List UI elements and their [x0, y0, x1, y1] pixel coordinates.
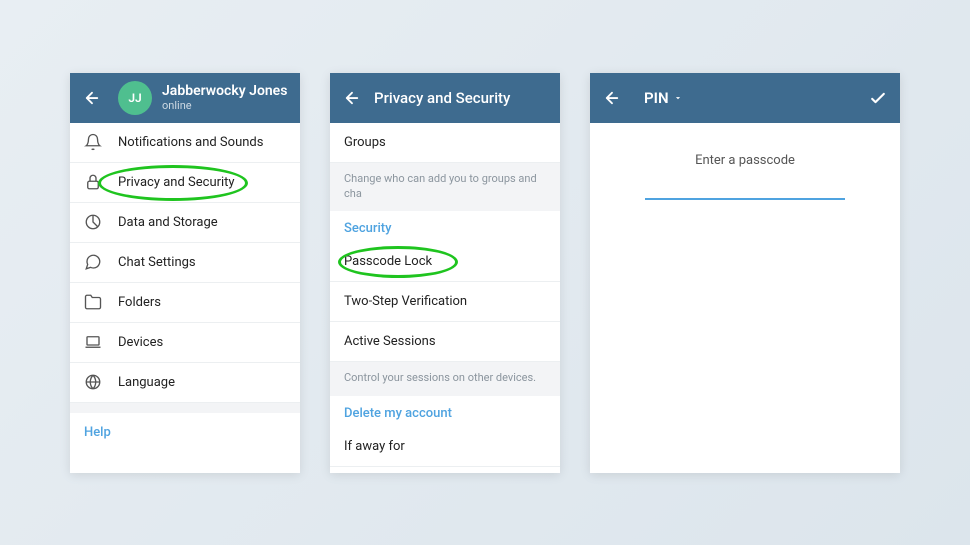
item-label: Data and Storage [118, 215, 218, 230]
folder-icon [84, 293, 102, 311]
security-section-header: Security [330, 211, 560, 242]
settings-header: JJ Jabberwocky Jones online [70, 73, 300, 123]
item-label: Notifications and Sounds [118, 135, 263, 150]
privacy-screen: Privacy and Security Groups Change who c… [330, 73, 560, 473]
pin-body: Enter a passcode [590, 123, 900, 200]
item-label: Two-Step Verification [344, 294, 467, 309]
item-label: Passcode Lock [344, 254, 432, 269]
security-item-passcode[interactable]: Passcode Lock [330, 242, 560, 282]
pin-header: PIN [590, 73, 900, 123]
pin-screen: PIN Enter a passcode [590, 73, 900, 473]
delete-item-ifaway[interactable]: If away for [330, 427, 560, 467]
sessions-description: Control your sessions on other devices. [330, 362, 560, 395]
pin-label: PIN [644, 89, 669, 107]
settings-item-folders[interactable]: Folders [70, 283, 300, 323]
privacy-list: Groups Change who can add you to groups … [330, 123, 560, 473]
settings-list: Notifications and Sounds Privacy and Sec… [70, 123, 300, 473]
settings-item-privacy[interactable]: Privacy and Security [70, 163, 300, 203]
user-name: Jabberwocky Jones [162, 83, 290, 100]
bell-icon [84, 133, 102, 151]
help-label: Help [84, 425, 111, 440]
arrow-left-icon [343, 89, 361, 107]
privacy-item-groups[interactable]: Groups [330, 123, 560, 163]
passcode-input[interactable] [645, 198, 845, 200]
pie-icon [84, 213, 102, 231]
groups-description: Change who can add you to groups and cha [330, 163, 560, 212]
chat-icon [84, 253, 102, 271]
settings-screen: JJ Jabberwocky Jones online Notification… [70, 73, 300, 473]
laptop-icon [84, 333, 102, 351]
settings-item-devices[interactable]: Devices [70, 323, 300, 363]
settings-item-notifications[interactable]: Notifications and Sounds [70, 123, 300, 163]
user-status: online [162, 99, 290, 112]
delete-section-header: Delete my account [330, 396, 560, 427]
settings-item-language[interactable]: Language [70, 363, 300, 403]
avatar[interactable]: JJ [118, 81, 152, 115]
settings-item-chat[interactable]: Chat Settings [70, 243, 300, 283]
check-icon [868, 88, 888, 108]
item-label: If away for [344, 439, 405, 454]
security-item-twostep[interactable]: Two-Step Verification [330, 282, 560, 322]
chevron-down-icon [673, 93, 683, 103]
item-label: Chat Settings [118, 255, 196, 270]
pin-type-selector[interactable]: PIN [644, 89, 683, 107]
back-button[interactable] [340, 86, 364, 110]
arrow-left-icon [83, 89, 101, 107]
divider [70, 403, 300, 413]
item-label: Folders [118, 295, 161, 310]
confirm-button[interactable] [866, 86, 890, 110]
globe-icon [84, 373, 102, 391]
passcode-prompt: Enter a passcode [695, 153, 795, 168]
item-label: Devices [118, 335, 163, 350]
item-label: Privacy and Security [118, 175, 235, 190]
privacy-header: Privacy and Security [330, 73, 560, 123]
security-item-sessions[interactable]: Active Sessions [330, 322, 560, 362]
back-button[interactable] [600, 86, 624, 110]
back-button[interactable] [80, 86, 104, 110]
lock-icon [84, 173, 102, 191]
item-label: Language [118, 375, 175, 390]
user-block[interactable]: Jabberwocky Jones online [162, 83, 290, 113]
item-label: Active Sessions [344, 334, 436, 349]
settings-item-data[interactable]: Data and Storage [70, 203, 300, 243]
item-label: Groups [344, 135, 386, 150]
help-link[interactable]: Help [70, 413, 300, 452]
screen-title: Privacy and Security [374, 89, 550, 107]
avatar-initials: JJ [128, 91, 141, 105]
arrow-left-icon [603, 89, 621, 107]
